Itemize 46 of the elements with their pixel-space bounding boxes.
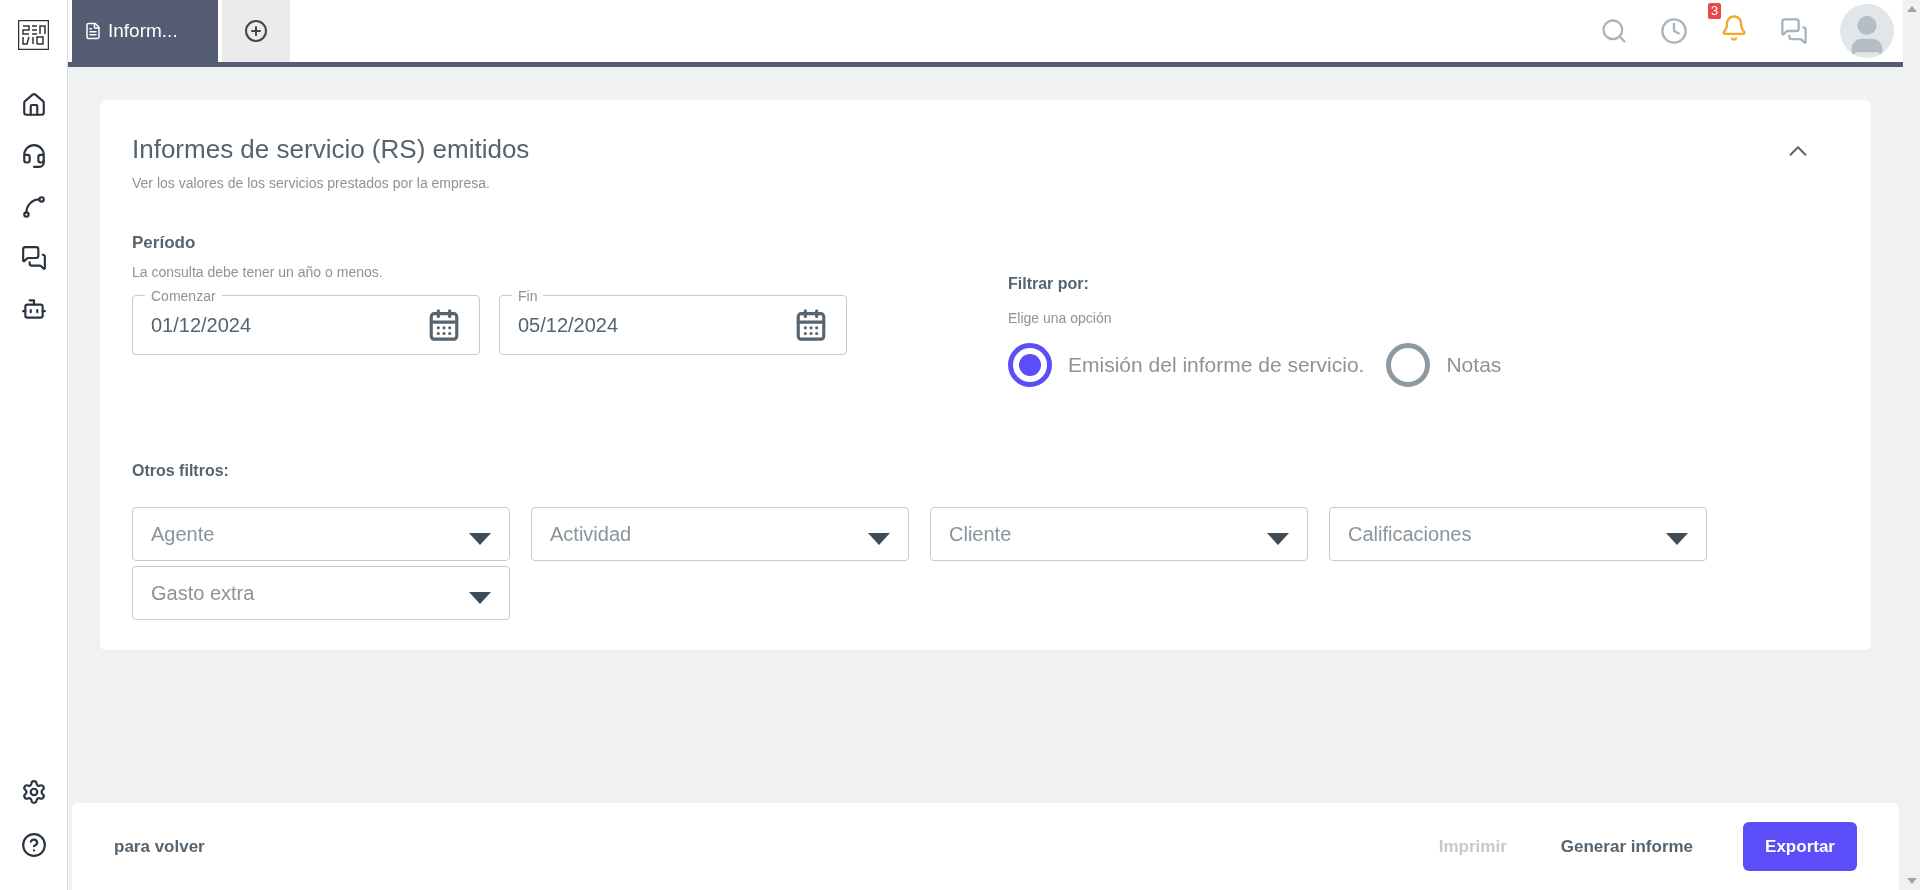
period-label: Período — [132, 232, 197, 254]
home-icon[interactable] — [20, 92, 47, 118]
other-filters-label: Otros filtros: — [132, 461, 230, 481]
radio-label: Emisión del informe de servicio. — [1068, 352, 1365, 379]
radio-label: Notas — [1446, 352, 1502, 379]
caret-icon — [1267, 533, 1289, 545]
chat-icon[interactable] — [20, 245, 47, 271]
dropdown[interactable]: Gasto extra — [132, 566, 510, 620]
dropdown-placeholder: Cliente — [949, 522, 1012, 547]
radio-button[interactable] — [1008, 343, 1052, 387]
plus-icon — [244, 19, 268, 43]
dropdown-placeholder: Agente — [151, 522, 215, 547]
dropdown[interactable]: Agente — [132, 507, 510, 561]
radio-button[interactable] — [1386, 343, 1431, 387]
dropdown[interactable]: Actividad — [531, 507, 909, 561]
caret-icon — [868, 533, 890, 545]
calendar-icon[interactable] — [427, 307, 461, 342]
tab[interactable]: Inform... — [72, 0, 218, 62]
document-icon — [84, 22, 102, 40]
filter-hint: Elige una opción — [1008, 309, 1113, 328]
filter-label: Filtrar por: — [1008, 274, 1090, 294]
calendar-icon[interactable] — [794, 307, 828, 342]
dropdown-placeholder: Gasto extra — [151, 581, 255, 606]
caret-icon — [1666, 533, 1688, 545]
dropdown-placeholder: Actividad — [550, 522, 632, 547]
date-value: 05/12/2024 — [518, 312, 619, 338]
back-link[interactable]: para volver — [114, 833, 205, 860]
dropdown[interactable]: Cliente — [930, 507, 1308, 561]
headset-icon[interactable] — [20, 143, 47, 169]
logo-icon — [18, 20, 49, 50]
card-title: Informes de servicio (RS) emitidos — [132, 133, 530, 166]
card-subtitle: Ver los valores de los servicios prestados por la empresa. — [132, 174, 491, 193]
line-chart-icon[interactable] — [20, 194, 47, 220]
text-button[interactable]: Generar informe — [1538, 822, 1716, 871]
notification-badge: 3 — [1708, 2, 1722, 19]
caret-icon — [469, 533, 491, 545]
date-value: 01/12/2024 — [151, 312, 252, 338]
export-button[interactable]: Exportar — [1743, 822, 1857, 871]
period-hint: La consulta debe tener un año o menos. — [132, 262, 384, 282]
robot-icon[interactable] — [20, 296, 47, 322]
dropdown-placeholder: Calificaciones — [1348, 522, 1472, 547]
caret-icon — [469, 592, 491, 604]
dropdown[interactable]: Calificaciones — [1329, 507, 1707, 561]
help-icon[interactable] — [20, 832, 47, 858]
add-tab-button[interactable] — [222, 0, 290, 62]
settings-icon[interactable] — [20, 779, 47, 805]
